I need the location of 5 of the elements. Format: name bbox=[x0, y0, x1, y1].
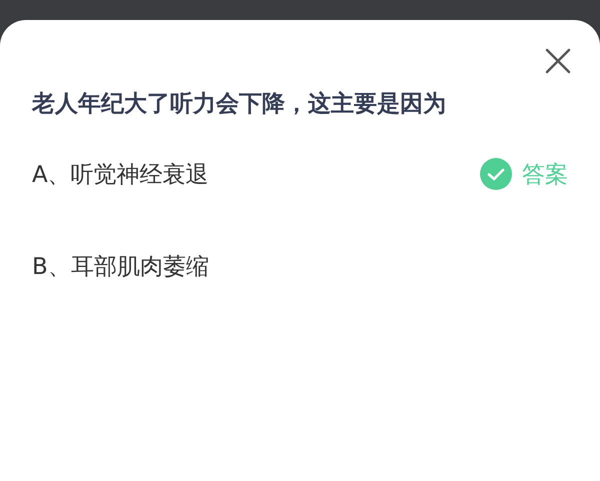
option-text[interactable]: A、听觉神经衰退 bbox=[32, 158, 209, 190]
answer-label: 答案 bbox=[522, 160, 568, 190]
close-icon[interactable] bbox=[545, 48, 571, 74]
question-text: 老人年纪大了听力会下降，这主要是因为 bbox=[32, 90, 447, 119]
option-text[interactable]: B、耳部肌肉萎缩 bbox=[32, 250, 209, 282]
